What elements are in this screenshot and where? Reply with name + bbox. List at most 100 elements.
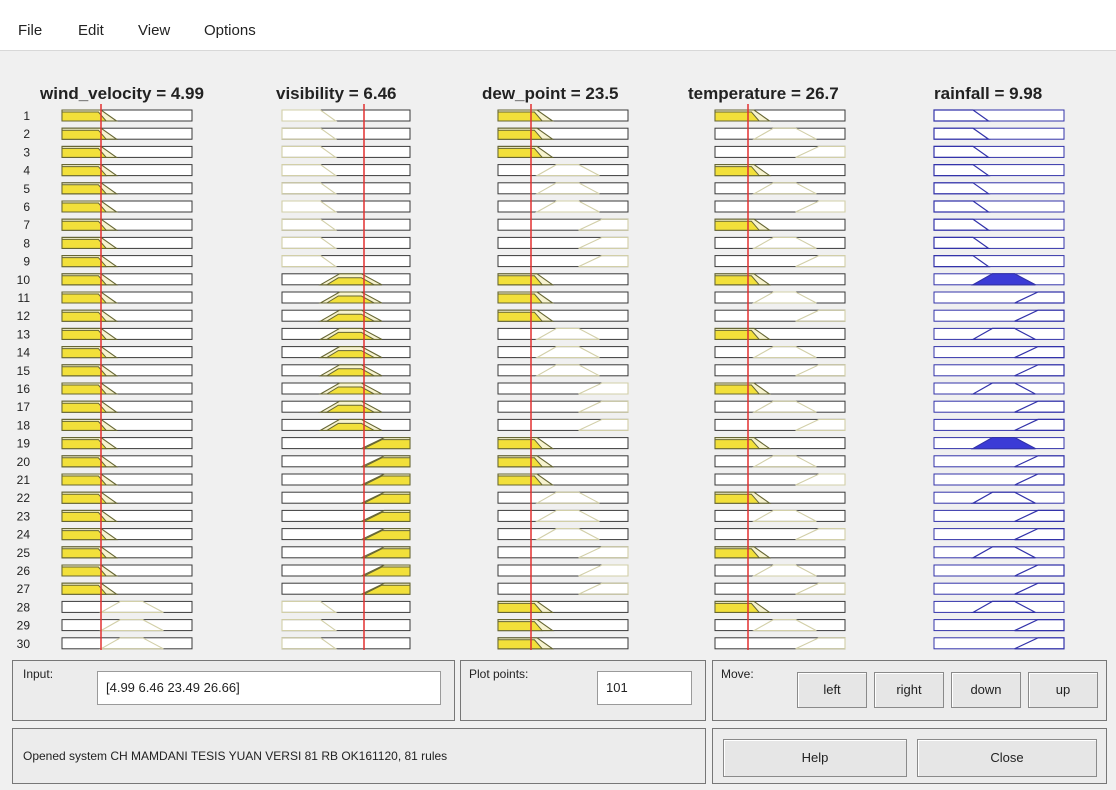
rule-cell-frame <box>497 582 629 595</box>
plot-points-field[interactable]: 101 <box>597 671 692 705</box>
rule-cell-frame <box>933 546 1065 559</box>
rule-number-label: 29 <box>17 619 31 633</box>
membership-fill <box>61 202 108 213</box>
move-up-button[interactable]: up <box>1028 672 1098 708</box>
membership-fill <box>497 621 544 632</box>
membership-fill <box>61 584 108 595</box>
membership-fill <box>497 439 544 450</box>
menu-view[interactable]: View <box>138 22 170 39</box>
membership-fill <box>61 147 108 158</box>
rule-cell-frame <box>933 455 1065 468</box>
menu-edit[interactable]: Edit <box>78 22 104 39</box>
membership-fill <box>61 439 108 450</box>
rule-cell-frame <box>933 236 1065 249</box>
rule-viewer-plot-area: 1 2 3 4 5 6 7 8 9 10 11 12 13 14 15 16 17 18 19 20 21 22 23 24 2… <box>0 51 1116 650</box>
input-field[interactable]: [4.99 6.46 23.49 26.66] <box>97 671 441 705</box>
membership-fill <box>714 329 761 340</box>
rule-number-label: 2 <box>23 127 30 141</box>
membership-fill <box>497 111 544 122</box>
membership-fill <box>61 457 108 468</box>
rule-number-label: 30 <box>17 637 31 650</box>
rule-cell-frame <box>933 218 1065 231</box>
rule-number-label: 17 <box>17 400 31 414</box>
rule-number-label: 5 <box>23 182 30 196</box>
rule-cell-frame <box>497 327 629 340</box>
membership-fill <box>497 147 544 158</box>
membership-fill <box>61 384 108 395</box>
membership-fill <box>497 311 544 322</box>
status-message: Opened system CH MAMDANI TESIS YUAN VERS… <box>23 749 448 763</box>
rule-number-label: 25 <box>17 546 31 560</box>
rule-cell-frame <box>714 364 846 377</box>
rule-cell-frame <box>714 145 846 158</box>
move-left-button[interactable]: left <box>797 672 867 708</box>
rule-cell-frame <box>497 364 629 377</box>
rule-cell-frame <box>933 382 1065 395</box>
move-down-button[interactable]: down <box>951 672 1021 708</box>
membership-fill <box>714 548 761 559</box>
help-button[interactable]: Help <box>723 739 907 777</box>
menu-file[interactable]: File <box>18 22 42 39</box>
input-panel: Input: [4.99 6.46 23.49 26.66] <box>12 660 455 721</box>
rule-cell-frame <box>933 637 1065 650</box>
rule-cell-frame <box>714 509 846 522</box>
rule-number-label: 23 <box>17 509 31 523</box>
visibility-title: visibility = 6.46 <box>276 84 397 103</box>
rule-cell-frame <box>497 528 629 541</box>
rule-number-label: 13 <box>17 327 31 341</box>
rule-cell-frame <box>714 564 846 577</box>
rule-cell-frame <box>933 528 1065 541</box>
rule-cell-frame <box>61 600 193 613</box>
rule-number-label: 12 <box>17 309 31 323</box>
rule-cell-frame <box>714 473 846 486</box>
rule-cell-frame <box>714 127 846 140</box>
membership-fill <box>61 493 108 504</box>
rule-number-label: 16 <box>17 382 31 396</box>
menu-options[interactable]: Options <box>204 22 256 39</box>
membership-fill <box>61 420 108 431</box>
rule-cell-frame <box>933 400 1065 413</box>
plot-points-panel: Plot points: 101 <box>460 660 706 721</box>
rule-number-label: 28 <box>17 600 31 614</box>
rule-cell-frame <box>714 291 846 304</box>
rule-cell-frame <box>933 127 1065 140</box>
plot-points-label: Plot points: <box>469 667 529 681</box>
rule-cell-frame <box>714 255 846 268</box>
rule-cell-frame <box>714 346 846 359</box>
rule-cell-frame <box>281 255 411 268</box>
rule-cell-frame <box>933 182 1065 195</box>
rule-cell-frame <box>281 200 411 213</box>
membership-fill <box>61 293 108 304</box>
rule-cell-frame <box>281 145 411 158</box>
rule-cell-frame <box>61 637 193 650</box>
rule-number-label: 18 <box>17 418 31 432</box>
membership-fill <box>497 129 544 140</box>
membership-fill <box>61 511 108 522</box>
membership-fill <box>497 457 544 468</box>
rainfall-title: rainfall = 9.98 <box>934 84 1043 103</box>
close-button[interactable]: Close <box>917 739 1097 777</box>
membership-fill <box>61 129 108 140</box>
help-close-panel: Help Close <box>712 728 1107 784</box>
rule-number-label: 21 <box>17 473 31 487</box>
rule-number-label: 11 <box>18 291 31 305</box>
rule-cell-frame <box>933 364 1065 377</box>
membership-fill <box>61 184 108 195</box>
rule-cell-frame <box>497 346 629 359</box>
move-right-button[interactable]: right <box>874 672 944 708</box>
rule-cell-frame <box>281 637 411 650</box>
rule-number-label: 24 <box>17 528 31 542</box>
rule-cell-frame <box>933 619 1065 632</box>
temperature-title: temperature = 26.7 <box>688 84 839 103</box>
rule-cell-frame <box>933 418 1065 431</box>
rule-cell-frame <box>714 400 846 413</box>
membership-fill <box>61 566 108 577</box>
rule-cell-frame <box>497 164 629 177</box>
rule-cell-frame <box>933 109 1065 122</box>
rule-number-label: 20 <box>17 455 31 469</box>
input-label: Input: <box>23 667 54 681</box>
rule-number-label: 26 <box>17 564 31 578</box>
membership-fill <box>714 602 761 613</box>
rule-cell-frame <box>281 164 411 177</box>
dew-point-title: dew_point = 23.5 <box>482 84 619 103</box>
